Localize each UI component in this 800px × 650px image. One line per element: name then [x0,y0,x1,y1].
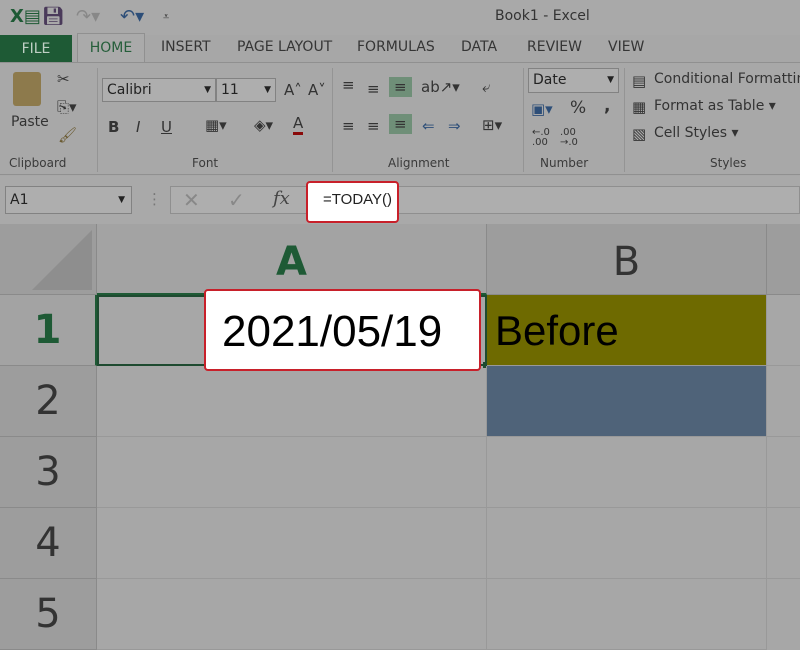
format-as-table-label: Format as Table [654,98,765,114]
orientation-icon[interactable]: ab↗▾ [421,78,460,96]
column-header-b[interactable]: B [487,224,767,295]
name-box-value: A1 [10,192,29,208]
increase-decimal-icon[interactable]: ←.0.00 [532,128,550,148]
cell-b1[interactable]: Before [487,295,767,366]
row-header-2[interactable]: 2 [0,366,97,437]
cancel-icon[interactable]: ✕ [183,188,200,212]
cell-c3[interactable] [767,437,800,508]
column-header-a[interactable]: A [97,224,487,295]
select-all-button[interactable] [0,224,97,295]
cell-b4[interactable] [487,508,767,579]
align-left-icon[interactable]: ≡ [342,117,355,135]
font-name-value: Calibri [107,82,152,98]
increase-indent-icon[interactable]: ⇒ [448,117,461,135]
accounting-format-icon[interactable]: ▣▾ [531,100,553,118]
more-icon: ⋮ [147,190,162,208]
name-box[interactable]: A1 ▼ [5,186,132,214]
cell-a5[interactable] [97,579,487,650]
cell-styles-button[interactable]: Cell Styles ▾ [654,125,739,141]
enter-icon[interactable]: ✓ [228,188,245,212]
row-header-1[interactable]: 1 [0,295,97,366]
italic-button[interactable]: I [136,118,140,136]
row-header-4[interactable]: 4 [0,508,97,579]
comma-button[interactable]: , [604,96,610,116]
tab-home[interactable]: HOME [77,33,145,63]
font-name-select[interactable]: Calibri ▼ [102,78,216,102]
customize-icon[interactable]: ⩡ [163,10,169,24]
cell-a1-value[interactable]: 2021/05/19 [204,289,481,371]
paste-button[interactable]: Paste [11,114,49,130]
cell-b3[interactable] [487,437,767,508]
tab-view[interactable]: VIEW [608,39,644,55]
underline-button[interactable]: U [161,118,172,136]
percent-button[interactable]: % [570,98,586,118]
group-label-alignment: Alignment [388,156,450,170]
cell-c4[interactable] [767,508,800,579]
align-right-icon[interactable]: ≡ [389,114,412,134]
font-size-value: 11 [221,82,239,98]
cell-a4[interactable] [97,508,487,579]
save-icon[interactable]: 💾︎ [42,6,65,27]
align-middle-icon[interactable]: ≡ [367,80,380,98]
row-header-5[interactable]: 5 [0,579,97,650]
group-label-clipboard: Clipboard [9,156,67,170]
conditional-formatting-icon[interactable]: ▤ [632,72,646,90]
decrease-decimal-icon[interactable]: .00 →.0 [560,128,578,148]
format-painter-icon[interactable]: 🖌︎ [58,126,77,144]
tab-formulas[interactable]: FORMULAS [357,39,435,55]
align-bottom-icon[interactable]: ≡ [389,77,412,97]
group-label-number: Number [540,156,589,170]
paste-icon[interactable] [13,72,41,106]
borders-icon[interactable]: ▦▾ [205,116,227,134]
undo-icon[interactable]: ↶▾ [120,6,144,27]
formula-input-area[interactable] [170,186,800,214]
font-color-icon[interactable]: A [293,114,304,135]
tab-file[interactable]: FILE [0,35,72,63]
align-center-icon[interactable]: ≡ [367,117,380,135]
format-as-table-icon[interactable]: ▦ [632,98,646,116]
group-label-font: Font [192,156,219,170]
row-header-3[interactable]: 3 [0,437,97,508]
tab-review[interactable]: REVIEW [527,39,582,55]
excel-logo-icon: X▤ [10,6,41,27]
wrap-text-icon[interactable]: ⤶ [482,78,490,96]
cell-b2[interactable] [487,366,767,437]
decrease-font-icon[interactable]: A˅ [308,81,326,99]
tab-data[interactable]: DATA [461,39,497,55]
copy-icon[interactable]: ⎘▾ [57,98,77,116]
insert-function-button[interactable]: fx [273,188,290,209]
cut-icon[interactable]: ✂ [57,70,70,88]
cell-a2[interactable] [97,366,487,437]
conditional-formatting-button[interactable]: Conditional Formatting [654,71,800,87]
cell-c1[interactable] [767,295,800,366]
decrease-indent-icon[interactable]: ⇐ [422,117,435,135]
bold-button[interactable]: B [108,118,119,136]
cell-c2[interactable] [767,366,800,437]
tab-page-layout[interactable]: PAGE LAYOUT [237,39,332,55]
cell-styles-icon[interactable]: ▧ [632,125,646,143]
align-top-icon[interactable]: ≡ [342,76,355,94]
number-format-select[interactable]: Date ▼ [528,68,619,93]
number-format-value: Date [533,72,567,88]
formula-input[interactable]: =TODAY() [306,181,399,223]
cell-a3[interactable] [97,437,487,508]
fill-color-icon[interactable]: ◈▾ [254,116,273,134]
cell-b5[interactable] [487,579,767,650]
merge-center-icon[interactable]: ⊞▾ [482,116,502,134]
column-header-c[interactable] [767,224,800,295]
window-title: Book1 - Excel [495,8,590,24]
group-label-styles: Styles [710,156,747,170]
cell-styles-label: Cell Styles [654,125,728,141]
title-bar: X▤ 💾︎ ↷▾ ↶▾ ⩡ Book1 - Excel [0,0,800,35]
format-as-table-button[interactable]: Format as Table ▾ [654,98,776,114]
tab-insert[interactable]: INSERT [161,39,211,55]
redo-icon[interactable]: ↷▾ [76,6,100,27]
increase-font-icon[interactable]: A˄ [284,81,302,99]
font-size-select[interactable]: 11 ▼ [216,78,276,102]
